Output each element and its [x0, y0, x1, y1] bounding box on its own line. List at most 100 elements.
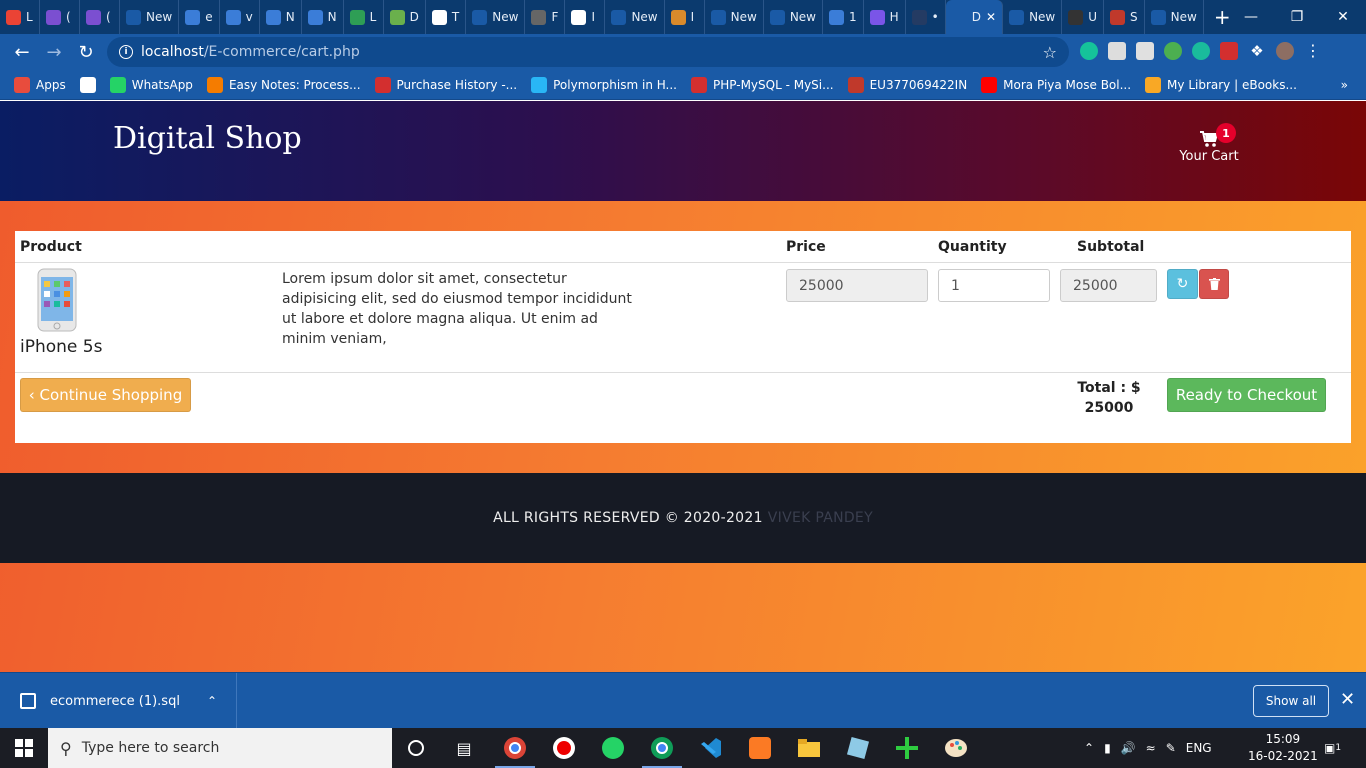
browser-tab[interactable]: New: [764, 0, 823, 34]
bookmark-item[interactable]: Easy Notes: Process...: [206, 76, 361, 93]
notification-center-icon[interactable]: ▣ 1: [1324, 728, 1341, 768]
site-info-icon[interactable]: i: [119, 45, 133, 59]
search-icon: ⚲: [60, 738, 72, 758]
delete-item-button[interactable]: [1199, 269, 1229, 299]
minimize-icon[interactable]: —: [1228, 0, 1274, 34]
browser-tab[interactable]: •: [906, 0, 946, 34]
windows-start-button[interactable]: [0, 728, 48, 768]
bookmarks-overflow-icon[interactable]: »: [1341, 78, 1348, 92]
bookmark-item[interactable]: My Library | eBooks...: [1145, 76, 1297, 93]
brand-title[interactable]: Digital Shop: [113, 121, 302, 156]
footer-author-link[interactable]: VIVEK PANDEY: [768, 510, 873, 526]
menu-kebab-icon[interactable]: ⋮: [1304, 42, 1322, 60]
chrome-app-icon[interactable]: [495, 734, 535, 768]
restore-icon[interactable]: ❐: [1274, 0, 1320, 34]
tab-label: I: [690, 10, 695, 24]
vscode-app-icon[interactable]: [697, 734, 725, 762]
cortana-icon[interactable]: [402, 734, 430, 762]
browser-tab[interactable]: (: [80, 0, 120, 34]
task-view-icon[interactable]: ▤: [450, 734, 478, 762]
notes-app-icon[interactable]: [844, 734, 872, 762]
search-placeholder: Type here to search: [81, 740, 220, 756]
browser-tab[interactable]: U: [1062, 0, 1105, 34]
browser-tab[interactable]: H: [864, 0, 906, 34]
show-all-button[interactable]: Show all: [1253, 685, 1329, 717]
browser-tab[interactable]: (: [40, 0, 80, 34]
puzzle-icon[interactable]: ❖: [1248, 42, 1266, 60]
extension-badge-icon[interactable]: [1192, 42, 1210, 60]
forward-icon[interactable]: →: [38, 42, 70, 63]
taskbar-search[interactable]: ⚲ Type here to search: [48, 728, 392, 768]
bookmark-label: PHP-MySQL - MySi...: [713, 77, 834, 92]
browser-tab[interactable]: L: [0, 0, 40, 34]
bookmark-label: Mora Piya Mose Bol...: [1003, 77, 1132, 92]
tab-favicon-icon: [869, 9, 885, 25]
browser-tab[interactable]: New: [605, 0, 665, 34]
cart-label: Your Cart: [1179, 149, 1239, 164]
close-tab-icon[interactable]: ✕: [986, 10, 996, 24]
wifi-icon[interactable]: ≈: [1146, 741, 1156, 755]
calculator-plus-app-icon[interactable]: [893, 734, 921, 762]
language-indicator[interactable]: ENG: [1186, 741, 1212, 755]
checkout-button[interactable]: Ready to Checkout: [1167, 378, 1326, 412]
browser-toolbar: ← → ↻ i localhost/E-commerce/cart.php ☆ …: [0, 34, 1366, 70]
bookmark-item[interactable]: WhatsApp: [109, 76, 193, 93]
quantity-input[interactable]: [938, 269, 1050, 302]
browser-tab[interactable]: D ✕: [945, 0, 1004, 34]
xampp-app-icon[interactable]: [746, 734, 774, 762]
continue-shopping-button[interactable]: ‹ Continue Shopping: [20, 378, 191, 412]
battery-icon[interactable]: ▮: [1104, 741, 1111, 755]
volume-icon[interactable]: 🔊: [1121, 741, 1136, 755]
whatsapp-app-icon[interactable]: [599, 734, 627, 762]
bookmark-item[interactable]: Mora Piya Mose Bol...: [981, 76, 1132, 93]
paint-app-icon[interactable]: [942, 734, 970, 762]
close-download-bar-icon[interactable]: ✕: [1340, 689, 1355, 710]
browser-tab[interactable]: New: [1003, 0, 1063, 34]
close-window-icon[interactable]: ✕: [1320, 0, 1366, 34]
bookmark-item[interactable]: [79, 76, 96, 93]
reload-icon[interactable]: ↻: [70, 42, 102, 63]
browser-tab[interactable]: N: [260, 0, 302, 34]
bookmark-item[interactable]: EU377069422IN: [847, 76, 967, 93]
back-icon[interactable]: ←: [6, 42, 38, 63]
extension-print-icon[interactable]: [1136, 42, 1154, 60]
browser-tab[interactable]: 1: [823, 0, 864, 34]
bookmark-item[interactable]: Purchase History -...: [374, 76, 517, 93]
pen-icon[interactable]: ✎: [1166, 741, 1176, 755]
address-bar[interactable]: i localhost/E-commerce/cart.php ☆: [107, 37, 1069, 67]
browser-tab[interactable]: I: [665, 0, 705, 34]
browser-tab[interactable]: New: [120, 0, 180, 34]
profile-avatar[interactable]: [1276, 42, 1294, 60]
bookmark-star-icon[interactable]: ☆: [1043, 43, 1057, 62]
browser-tab[interactable]: New: [705, 0, 764, 34]
browser-tab[interactable]: New: [1145, 0, 1204, 34]
file-explorer-icon[interactable]: [795, 734, 823, 762]
bookmark-item[interactable]: PHP-MySQL - MySi...: [691, 76, 834, 93]
browser-tab[interactable]: F: [525, 0, 566, 34]
chevron-up-tray-icon[interactable]: ⌃: [1084, 741, 1094, 755]
bookmark-item[interactable]: Polymorphism in H...: [531, 76, 677, 93]
browser-tab[interactable]: e: [179, 0, 220, 34]
chevron-up-icon[interactable]: ⌃: [207, 694, 217, 708]
browser-tab[interactable]: S: [1104, 0, 1145, 34]
recorder-app-icon[interactable]: [550, 734, 578, 762]
bookmark-item[interactable]: Apps: [14, 76, 66, 93]
pdf-icon[interactable]: [1220, 42, 1238, 60]
browser-tab[interactable]: I: [565, 0, 606, 34]
tab-favicon-icon: [185, 9, 201, 25]
chrome-profile-app-icon[interactable]: [642, 734, 682, 768]
cart-link[interactable]: 1 Your Cart: [1178, 123, 1240, 164]
download-item[interactable]: ecommerece (1).sql ⌃: [0, 673, 237, 729]
grammarly-icon[interactable]: [1080, 42, 1098, 60]
browser-tab[interactable]: New: [466, 0, 526, 34]
tab-label: New: [1029, 10, 1056, 24]
browser-tab[interactable]: v: [220, 0, 260, 34]
browser-tab[interactable]: L: [344, 0, 384, 34]
browser-tab[interactable]: N: [302, 0, 344, 34]
extension-box-icon[interactable]: [1108, 42, 1126, 60]
refresh-item-button[interactable]: ↻: [1167, 269, 1198, 299]
extension-globe-icon[interactable]: [1164, 42, 1182, 60]
browser-tab[interactable]: D: [384, 0, 426, 34]
clock[interactable]: 15:09 16-02-2021: [1248, 731, 1318, 765]
browser-tab[interactable]: T: [426, 0, 467, 34]
